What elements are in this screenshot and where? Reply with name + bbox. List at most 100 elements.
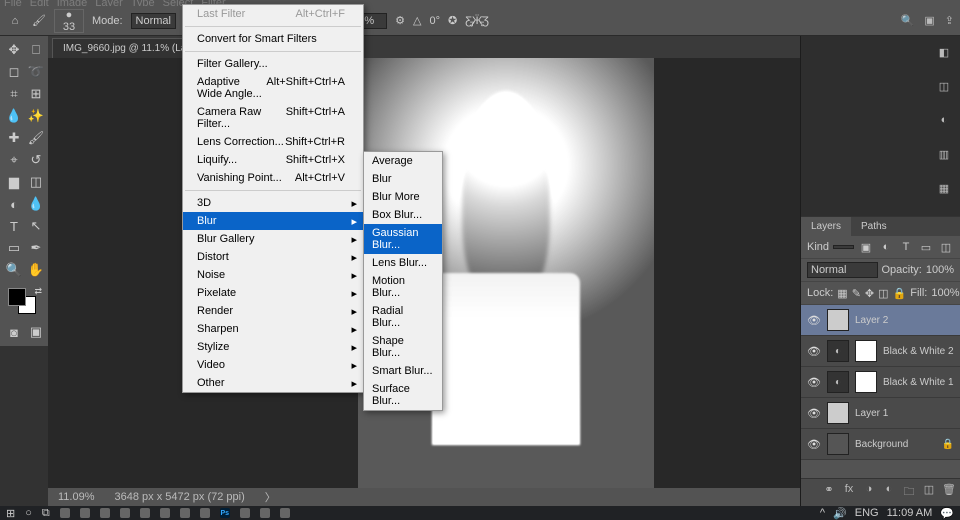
swatches-panel-icon[interactable]: ◫: [936, 78, 952, 94]
menuitem-3d[interactable]: 3D▸: [183, 194, 363, 212]
adj-icon[interactable]: ◐: [827, 371, 849, 393]
filter-adj-icon[interactable]: ◐: [878, 239, 894, 255]
move-tool-icon[interactable]: ✥: [4, 40, 24, 60]
menu-type[interactable]: Type: [131, 0, 155, 6]
taskbar-app-8[interactable]: [200, 508, 210, 518]
tray-notif-icon[interactable]: 💬: [940, 507, 954, 520]
layer-name[interactable]: Layer 2: [855, 315, 954, 326]
fg-swatch[interactable]: [8, 288, 26, 306]
layer-name[interactable]: Background: [855, 439, 936, 450]
taskbar-app-3[interactable]: [100, 508, 110, 518]
visibility-icon[interactable]: 👁: [807, 438, 821, 451]
type-tool-icon[interactable]: T: [4, 216, 24, 236]
menuitem-smart-blur[interactable]: Smart Blur...: [364, 362, 442, 380]
menuitem-motion-blur[interactable]: Motion Blur...: [364, 272, 442, 302]
zoom-level[interactable]: 11.09%: [58, 491, 95, 503]
fx-icon[interactable]: fx: [842, 483, 856, 502]
visibility-icon[interactable]: 👁: [807, 314, 821, 327]
tray-chevron-icon[interactable]: ^: [820, 507, 825, 519]
taskbar-app-ps[interactable]: Ps: [220, 508, 230, 518]
windows-taskbar[interactable]: ⊞ ○ ⧉ Ps ^ 🔊 ENG 11:09 AM 💬: [0, 506, 960, 520]
taskbar-app-9[interactable]: [240, 508, 250, 518]
eraser-tool-icon[interactable]: ◫: [26, 172, 46, 192]
taskbar-app-7[interactable]: [180, 508, 190, 518]
dodge-tool-icon[interactable]: ◐: [4, 194, 24, 214]
angle-value[interactable]: 0°: [430, 15, 441, 27]
trash-icon[interactable]: 🗑: [942, 483, 956, 502]
screenmode-icon[interactable]: ▣: [26, 322, 46, 342]
adj-icon[interactable]: ◐: [827, 340, 849, 362]
menuitem-blur[interactable]: Blur▸: [183, 212, 363, 230]
visibility-icon[interactable]: 👁: [807, 376, 821, 389]
blur-tool-icon[interactable]: 💧: [26, 194, 46, 214]
menuitem-other[interactable]: Other▸: [183, 374, 363, 392]
gear-icon[interactable]: ⚙: [395, 14, 405, 27]
filter-shape-icon[interactable]: ▭: [918, 239, 934, 255]
new-layer-icon[interactable]: ◫: [922, 483, 936, 502]
tab-paths[interactable]: Paths: [851, 217, 897, 236]
search-icon[interactable]: 🔍: [901, 14, 915, 27]
marquee-tool-icon[interactable]: ◻: [4, 62, 24, 82]
taskbar-app-10[interactable]: [260, 508, 270, 518]
menuitem-surface-blur[interactable]: Surface Blur...: [364, 380, 442, 410]
menu-file[interactable]: File: [4, 0, 22, 6]
filter-kind-select[interactable]: [833, 245, 854, 249]
share-icon[interactable]: ⇪: [945, 14, 954, 27]
home-icon[interactable]: ⌂: [6, 12, 24, 30]
lasso-tool-icon[interactable]: ➰: [26, 62, 46, 82]
workspace-icon[interactable]: ▣: [924, 14, 934, 27]
color-swatches[interactable]: ⇄: [4, 286, 46, 320]
blend-mode-select[interactable]: Normal: [807, 262, 878, 278]
filter-type-icon[interactable]: T: [898, 239, 914, 255]
gradient-tool-icon[interactable]: ▆: [4, 172, 24, 192]
layer-thumb[interactable]: [827, 402, 849, 424]
menu-edit[interactable]: Edit: [30, 0, 49, 6]
path-tool-icon[interactable]: ↖: [26, 216, 46, 236]
zoom-tool-icon[interactable]: 🔍: [4, 260, 24, 280]
brush-tool-icon2[interactable]: 🖌: [26, 128, 46, 148]
menuitem-last-filter[interactable]: Last FilterAlt+Ctrl+F: [183, 5, 363, 23]
menuitem-blur-more[interactable]: Blur More: [364, 188, 442, 206]
taskbar-app-1[interactable]: [60, 508, 70, 518]
menuitem-render[interactable]: Render▸: [183, 302, 363, 320]
tab-layers[interactable]: Layers: [801, 217, 851, 236]
menuitem-camera-raw[interactable]: Camera Raw Filter...Shift+Ctrl+A: [183, 103, 363, 133]
visibility-icon[interactable]: 👁: [807, 407, 821, 420]
history-brush-tool-icon[interactable]: ↺: [26, 150, 46, 170]
lock-pos-icon[interactable]: ✥: [865, 285, 874, 301]
layer-thumb[interactable]: [827, 309, 849, 331]
symmetry-icon[interactable]: ✪: [448, 14, 457, 27]
libraries-panel-icon[interactable]: ▥: [936, 146, 952, 162]
fill-value[interactable]: 100%: [931, 287, 959, 299]
pen-tool-icon[interactable]: ✒: [26, 238, 46, 258]
menuitem-blur-basic[interactable]: Blur: [364, 170, 442, 188]
menuitem-distort[interactable]: Distort▸: [183, 248, 363, 266]
layer-name[interactable]: Black & White 2: [883, 346, 954, 357]
menuitem-pixelate[interactable]: Pixelate▸: [183, 284, 363, 302]
color-panel-icon[interactable]: ◧: [936, 44, 952, 60]
menuitem-liquify[interactable]: Liquify...Shift+Ctrl+X: [183, 151, 363, 169]
menuitem-shape-blur[interactable]: Shape Blur...: [364, 332, 442, 362]
butterfly-icon[interactable]: Ƹ̵̡Ӝ̵̨̄Ʒ: [465, 15, 489, 27]
visibility-icon[interactable]: 👁: [807, 345, 821, 358]
menuitem-box-blur[interactable]: Box Blur...: [364, 206, 442, 224]
brush-preview[interactable]: ●33: [54, 9, 84, 33]
menu-image[interactable]: Image: [57, 0, 88, 6]
layer-row[interactable]: 👁 ◐ Black & White 2: [801, 336, 960, 367]
layer-name[interactable]: Black & White 1: [883, 377, 954, 388]
clone-tool-icon[interactable]: ⌖: [4, 150, 24, 170]
layer-row[interactable]: 👁 Layer 2: [801, 305, 960, 336]
properties-panel-icon[interactable]: ▦: [936, 180, 952, 196]
adjustments-panel-icon[interactable]: ◐: [936, 112, 952, 128]
menuitem-average[interactable]: Average: [364, 152, 442, 170]
layer-thumb[interactable]: [827, 433, 849, 455]
heal-tool-icon[interactable]: ✚: [4, 128, 24, 148]
taskview-icon[interactable]: ⧉: [42, 507, 50, 520]
taskbar-app-11[interactable]: [280, 508, 290, 518]
menuitem-gaussian-blur[interactable]: Gaussian Blur...: [364, 224, 442, 254]
layer-mask[interactable]: [855, 371, 877, 393]
menuitem-lens-blur[interactable]: Lens Blur...: [364, 254, 442, 272]
layer-name[interactable]: Layer 1: [855, 408, 954, 419]
artboard-tool-icon[interactable]: ⎕: [26, 40, 46, 60]
quickmask-icon[interactable]: ◙: [4, 322, 24, 342]
